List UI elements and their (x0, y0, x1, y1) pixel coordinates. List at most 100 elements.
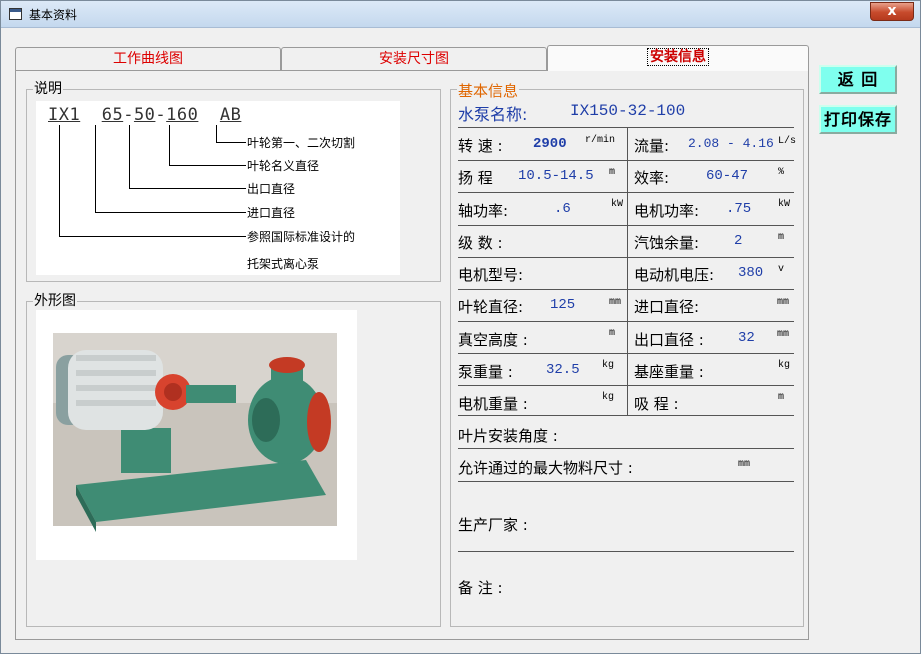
pump-weight-value: 32.5 (546, 362, 580, 378)
outlet-diameter-label: 出口直径 : (634, 331, 704, 349)
basic-info-label: 基本信息 (457, 80, 520, 101)
tab-install-dimensions[interactable]: 安装尺寸图 (281, 47, 547, 70)
window-title: 基本资料 (29, 8, 78, 22)
tab-control: 工作曲线图 安装尺寸图 安装信息 说明 IX1 65-50-160 AB 叶轮第… (15, 45, 809, 640)
vacuum-height-label: 真空高度 : (458, 331, 528, 349)
efficiency-label: 效率: (634, 169, 670, 187)
motor-power-value: .75 (726, 201, 752, 217)
close-button[interactable]: x (870, 2, 914, 21)
client-area: 工作曲线图 安装尺寸图 安装信息 说明 IX1 65-50-160 AB 叶轮第… (9, 29, 914, 647)
note-pump-type: 托架式离心泵 (247, 257, 320, 271)
row-divider (458, 289, 794, 290)
flow-unit: L/s (778, 136, 797, 147)
model-code: IX1 65-50-160 AB (48, 105, 242, 125)
leader-line (169, 125, 170, 166)
row-divider (458, 321, 794, 322)
shaft-power-label: 轴功率: (458, 202, 509, 220)
efficiency-value: 60-47 (706, 168, 749, 184)
flow-label: 流量: (634, 137, 670, 155)
note-cut: 叶轮第一、二次切割 (247, 136, 356, 150)
pump-photo (36, 310, 357, 560)
manufacturer-label: 生产厂家 : (458, 516, 528, 534)
impeller-diameter-unit: mm (609, 297, 622, 308)
shaft-power-value: .6 (554, 201, 571, 217)
voltage-label: 电动机电压: (634, 266, 715, 284)
max-particle-label: 允许通过的最大物料尺寸 : (458, 459, 633, 477)
pump-name-label: 水泵名称: (458, 105, 528, 124)
tab-install-info[interactable]: 安装信息 (547, 45, 809, 71)
column-divider (627, 127, 628, 415)
leader-line (129, 125, 130, 189)
row-divider (458, 551, 794, 552)
row-divider (458, 353, 794, 354)
leader-line (216, 125, 217, 143)
leader-line (129, 188, 246, 189)
row-divider (458, 257, 794, 258)
max-particle-unit: mm (738, 459, 751, 470)
outlet-diameter-value: 32 (738, 330, 755, 346)
speed-value: 2900 (533, 136, 567, 152)
remarks-label: 备 注 : (458, 579, 503, 597)
flow-value: 2.08 - 4.16 (688, 136, 774, 151)
head-unit: m (609, 167, 616, 178)
stage-label: 级 数 : (458, 234, 503, 252)
note-inlet-diameter: 进口直径 (247, 206, 296, 220)
leader-line (169, 165, 246, 166)
speed-label: 转 速 : (458, 137, 503, 155)
pump-weight-label: 泵重量 : (458, 363, 513, 381)
motor-model-label: 电机型号: (458, 266, 524, 284)
outlet-diameter-unit: mm (777, 329, 790, 340)
base-weight-unit: kg (778, 360, 791, 371)
basic-info-group: 基本信息 水泵名称: IX150-32-100 转 速 : 2900 r/min… (450, 80, 804, 627)
impeller-diameter-label: 叶轮直径: (458, 298, 524, 316)
impeller-diameter-value: 125 (550, 297, 576, 313)
row-divider (458, 448, 794, 449)
outline-group-label: 外形图 (33, 293, 77, 309)
row-divider (458, 385, 794, 386)
model-code-diagram: IX1 65-50-160 AB 叶轮第一、二次切割 叶轮名义直径 出口直径 进… (36, 101, 400, 275)
print-save-button[interactable]: 打印保存 (819, 105, 897, 134)
note-impeller-diameter: 叶轮名义直径 (247, 159, 320, 173)
row-divider (458, 415, 794, 416)
voltage-value: 380 (738, 265, 764, 281)
main-window: 基本资料 x 工作曲线图 安装尺寸图 安装信息 说明 IX1 65-50-160… (0, 0, 921, 654)
motor-weight-label: 电机重量 : (458, 395, 528, 413)
head-value: 10.5-14.5 (518, 168, 594, 184)
npsh-value: 2 (734, 233, 743, 249)
row-divider (458, 127, 794, 128)
outline-group: 外形图 (26, 293, 441, 627)
efficiency-unit: % (778, 167, 785, 178)
leader-line (59, 125, 60, 237)
suction-unit: m (778, 392, 785, 403)
voltage-unit: v (778, 264, 785, 275)
leader-line (59, 236, 246, 237)
pump-image (53, 333, 337, 532)
back-button[interactable]: 返 回 (819, 65, 897, 94)
row-divider (458, 225, 794, 226)
npsh-unit: m (778, 232, 785, 243)
motor-power-label: 电机功率: (634, 202, 700, 220)
leader-line (95, 212, 246, 213)
leader-line (95, 125, 96, 213)
suction-label: 吸 程 : (634, 395, 679, 413)
row-divider (458, 160, 794, 161)
npsh-label: 汽蚀余量: (634, 234, 700, 252)
vacuum-height-unit: m (609, 328, 616, 339)
speed-unit: r/min (585, 135, 616, 146)
tab-work-curve[interactable]: 工作曲线图 (15, 47, 281, 70)
motor-weight-unit: kg (602, 392, 615, 403)
motor-power-unit: kW (778, 199, 791, 210)
title-bar[interactable]: 基本资料 x (1, 1, 920, 28)
leader-line (216, 142, 246, 143)
inlet-diameter-label: 进口直径: (634, 298, 700, 316)
blade-angle-label: 叶片安装角度 : (458, 427, 558, 445)
shaft-power-unit: kW (611, 199, 624, 210)
description-group-label: 说明 (33, 81, 63, 97)
note-outlet-diameter: 出口直径 (247, 182, 296, 196)
inlet-diameter-unit: mm (777, 297, 790, 308)
tab-panel: 说明 IX1 65-50-160 AB 叶轮第一、二次切割 叶轮名义直径 出口直… (15, 70, 809, 640)
head-label: 扬 程 (458, 169, 493, 187)
pump-name-value: IX150-32-100 (570, 102, 686, 120)
note-standard: 参照国际标准设计的 (247, 230, 356, 244)
window-icon (9, 8, 22, 20)
